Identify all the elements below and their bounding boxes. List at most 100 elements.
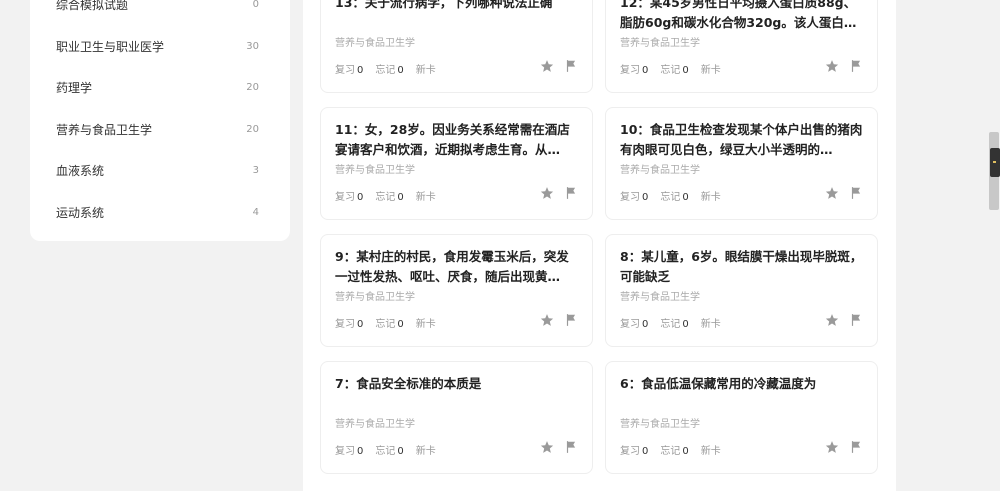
flag-icon[interactable] (564, 59, 578, 73)
card-title[interactable]: 7：食品安全标准的本质是 (335, 374, 578, 414)
forget-label: 忘记 (660, 446, 681, 457)
flag-icon[interactable] (849, 59, 863, 73)
review-count: 复习 0 (620, 315, 648, 330)
review-value: 0 (357, 319, 364, 330)
sidebar-item-count: 30 (246, 41, 259, 52)
review-count: 复习 0 (620, 188, 648, 203)
star-icon[interactable] (825, 440, 839, 454)
review-count: 复习 0 (335, 61, 363, 76)
star-icon[interactable] (825, 186, 839, 200)
new-card-label: 新卡 (700, 192, 721, 203)
sidebar-item-count: 3 (252, 165, 259, 176)
flag-icon[interactable] (564, 313, 578, 327)
sidebar-item-pharmacology[interactable]: 药理学 20 (30, 67, 290, 108)
sidebar-item-label: 综合模拟试题 (56, 0, 129, 12)
card-subject: 营养与食品卫生学 (335, 292, 415, 303)
page: 综合模拟试题 0 职业卫生与职业医学 30 药理学 20 营养与食品卫生学 20… (0, 0, 1000, 491)
card-actions (825, 59, 863, 73)
question-card[interactable]: 10：食品卫生检查发现某个体户出售的猪肉有肉眼可见白色，绿豆大小半透明的… 营养… (605, 107, 878, 220)
sidebar-item-count: 0 (252, 0, 259, 10)
review-label: 复习 (620, 192, 640, 203)
review-label: 复习 (335, 446, 355, 457)
card-stats: 复习 0 忘记 0 新卡 (335, 315, 436, 330)
star-icon[interactable] (540, 59, 554, 73)
sidebar-item-count: 20 (246, 124, 259, 135)
forget-label: 忘记 (660, 319, 681, 330)
forget-label: 忘记 (375, 192, 396, 203)
sidebar-item-count: 4 (252, 207, 259, 218)
sidebar-item-motor-system[interactable]: 运动系统 4 (30, 192, 290, 233)
question-card[interactable]: 8：某儿童，6岁。眼结膜干燥出现毕脱斑，可能缺乏 营养与食品卫生学 复习 0 忘记… (605, 234, 878, 347)
flag-icon[interactable] (849, 440, 863, 454)
card-title[interactable]: 10：食品卫生检查发现某个体户出售的猪肉有肉眼可见白色，绿豆大小半透明的… (620, 120, 863, 160)
forget-value: 0 (682, 319, 689, 330)
review-count: 复习 0 (620, 442, 648, 457)
review-label: 复习 (335, 319, 355, 330)
forget-value: 0 (682, 65, 689, 76)
sidebar-item-blood-system[interactable]: 血液系统 3 (30, 150, 290, 191)
forget-label: 忘记 (375, 319, 396, 330)
card-subject: 营养与食品卫生学 (620, 38, 700, 49)
new-card-label: 新卡 (415, 192, 436, 203)
card-stats: 复习 0 忘记 0 新卡 (620, 188, 721, 203)
review-count: 复习 0 (335, 442, 363, 457)
card-title[interactable]: 12：某45岁男性日平均摄入蛋白质88g、脂肪60g和碳水化合物320g。该人蛋… (620, 0, 863, 33)
star-icon[interactable] (825, 313, 839, 327)
question-card[interactable]: 6：食品低温保藏常用的冷藏温度为 营养与食品卫生学 复习 0 忘记 0 新卡 (605, 361, 878, 474)
sidebar-item-label: 运动系统 (56, 206, 105, 220)
star-icon[interactable] (825, 59, 839, 73)
review-value: 0 (642, 192, 649, 203)
review-value: 0 (642, 446, 649, 457)
sidebar-item-count: 20 (246, 82, 259, 93)
forget-count: 忘记 0 (375, 61, 403, 76)
new-card-label: 新卡 (700, 446, 721, 457)
question-card[interactable]: 13：关于流行病学，下列哪种说法正确 营养与食品卫生学 复习 0 忘记 0 新卡 (320, 0, 593, 93)
star-icon[interactable] (540, 313, 554, 327)
card-subject: 营养与食品卫生学 (620, 292, 700, 303)
forget-count: 忘记 0 (660, 61, 688, 76)
forget-value: 0 (397, 192, 404, 203)
star-icon[interactable] (540, 440, 554, 454)
sidebar-item-label: 营养与食品卫生学 (56, 123, 153, 137)
forget-label: 忘记 (375, 446, 396, 457)
review-value: 0 (357, 446, 364, 457)
card-stats: 复习 0 忘记 0 新卡 (335, 188, 436, 203)
question-card[interactable]: 9：某村庄的村民，食用发霉玉米后，突发一过性发热、呕吐、厌食，随后出现黄… 营养… (320, 234, 593, 347)
flag-icon[interactable] (849, 186, 863, 200)
card-actions (540, 313, 578, 327)
forget-count: 忘记 0 (375, 442, 403, 457)
sidebar-item-occupational[interactable]: 职业卫生与职业医学 30 (30, 26, 290, 67)
review-label: 复习 (620, 319, 640, 330)
new-card-label: 新卡 (700, 319, 721, 330)
card-title[interactable]: 8：某儿童，6岁。眼结膜干燥出现毕脱斑，可能缺乏 (620, 247, 863, 287)
review-label: 复习 (620, 65, 640, 76)
card-title[interactable]: 9：某村庄的村民，食用发霉玉米后，突发一过性发热、呕吐、厌食，随后出现黄… (335, 247, 578, 287)
sidebar-item-label: 血液系统 (56, 164, 105, 178)
sidebar-item-label: 药理学 (56, 81, 93, 95)
card-title[interactable]: 13：关于流行病学，下列哪种说法正确 (335, 0, 578, 33)
card-title[interactable]: 11：女，28岁。因业务关系经常需在酒店宴请客户和饮酒，近期拟考虑生育。从… (335, 120, 578, 160)
forget-count: 忘记 0 (660, 442, 688, 457)
star-icon[interactable] (540, 186, 554, 200)
sidebar-item-nutrition[interactable]: 营养与食品卫生学 20 (30, 109, 290, 150)
card-actions (825, 440, 863, 454)
review-label: 复习 (335, 65, 355, 76)
card-actions (825, 313, 863, 327)
card-stats: 复习 0 忘记 0 新卡 (335, 61, 436, 76)
forget-count: 忘记 0 (660, 188, 688, 203)
flag-icon[interactable] (564, 186, 578, 200)
card-actions (540, 186, 578, 200)
flag-icon[interactable] (564, 440, 578, 454)
review-label: 复习 (335, 192, 355, 203)
card-actions (540, 440, 578, 454)
scrollbar-track[interactable] (988, 0, 1000, 491)
question-card[interactable]: 7：食品安全标准的本质是 营养与食品卫生学 复习 0 忘记 0 新卡 (320, 361, 593, 474)
review-count: 复习 0 (335, 315, 363, 330)
card-stats: 复习 0 忘记 0 新卡 (620, 442, 721, 457)
flag-icon[interactable] (849, 313, 863, 327)
question-card[interactable]: 12：某45岁男性日平均摄入蛋白质88g、脂肪60g和碳水化合物320g。该人蛋… (605, 0, 878, 93)
card-title[interactable]: 6：食品低温保藏常用的冷藏温度为 (620, 374, 863, 414)
forget-label: 忘记 (375, 65, 396, 76)
question-card[interactable]: 11：女，28岁。因业务关系经常需在酒店宴请客户和饮酒，近期拟考虑生育。从… 营… (320, 107, 593, 220)
sidebar-item-comprehensive[interactable]: 综合模拟试题 0 (30, 0, 290, 25)
